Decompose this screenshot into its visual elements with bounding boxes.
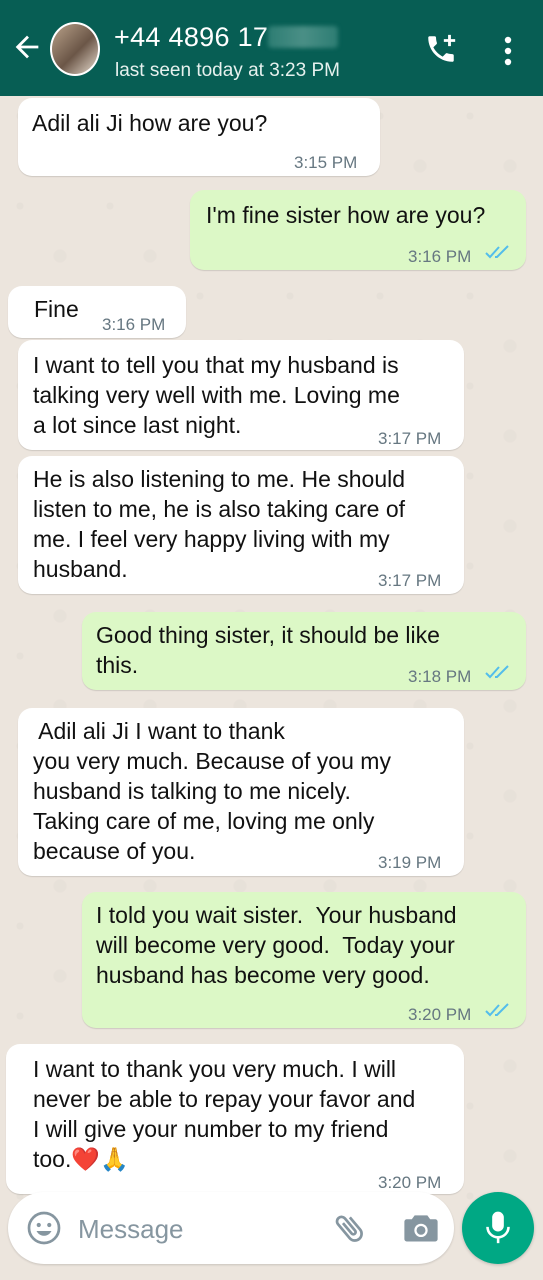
message-bubble[interactable]: Adil ali Ji how are you? 3:15 PM (18, 98, 380, 176)
message-text: Fine (34, 296, 79, 322)
add-call-icon[interactable] (424, 32, 458, 66)
message-time: 3:17 PM (378, 571, 442, 590)
read-ticks-icon (485, 1003, 509, 1017)
emoji-icon[interactable] (26, 1210, 62, 1246)
message-bubble[interactable]: Good thing sister, it should be like thi… (82, 612, 526, 690)
message-time: 3:16 PM (102, 315, 166, 334)
chat-header: +44 4896 17 last seen today at 3:23 PM (0, 0, 543, 96)
message-text: Good thing sister, it should be like thi… (96, 622, 440, 678)
contact-name[interactable]: +44 4896 17 (114, 22, 339, 53)
message-time: 3:15 PM (294, 153, 358, 172)
avatar[interactable] (50, 22, 100, 76)
message-bubble[interactable]: I want to thank you very much. I will ne… (6, 1044, 464, 1194)
mic-button[interactable] (462, 1192, 534, 1264)
message-time: 3:16 PM (408, 247, 472, 266)
message-text: I want to thank you very much. I will ne… (33, 1056, 416, 1172)
message-text: Adil ali Ji how are you? (32, 110, 268, 136)
message-text: Adil ali Ji I want to thank you very muc… (33, 718, 391, 864)
message-bubble[interactable]: Fine 3:16 PM (8, 286, 186, 338)
redacted-number (268, 26, 339, 48)
message-time: 3:18 PM (408, 667, 472, 686)
message-time: 3:17 PM (378, 429, 442, 448)
message-compose-bar (8, 1192, 454, 1264)
message-text: I'm fine sister how are you? (206, 202, 486, 228)
message-input[interactable] (76, 1206, 330, 1252)
message-bubble[interactable]: I told you wait sister. Your husband wil… (82, 892, 526, 1028)
arrow-left-icon[interactable] (10, 30, 44, 64)
contact-number: +44 4896 17 (114, 22, 269, 52)
camera-icon[interactable] (402, 1210, 440, 1246)
message-bubble[interactable]: I'm fine sister how are you? 3:16 PM (190, 190, 526, 270)
message-time: 3:19 PM (378, 853, 442, 872)
read-ticks-icon (485, 245, 509, 259)
message-text: I want to tell you that my husband is ta… (33, 352, 400, 438)
message-time: 3:20 PM (408, 1005, 472, 1024)
message-bubble[interactable]: I want to tell you that my husband is ta… (18, 340, 464, 450)
paperclip-icon[interactable] (332, 1210, 368, 1246)
message-text: I told you wait sister. Your husband wil… (96, 902, 457, 988)
more-vertical-icon[interactable] (496, 34, 520, 68)
message-bubble[interactable]: He is also listening to me. He should li… (18, 456, 464, 594)
message-text: He is also listening to me. He should li… (33, 466, 406, 582)
last-seen-status: last seen today at 3:23 PM (115, 60, 340, 81)
read-ticks-icon (485, 665, 509, 679)
message-bubble[interactable]: Adil ali Ji I want to thank you very muc… (18, 708, 464, 876)
mic-icon (486, 1211, 510, 1244)
